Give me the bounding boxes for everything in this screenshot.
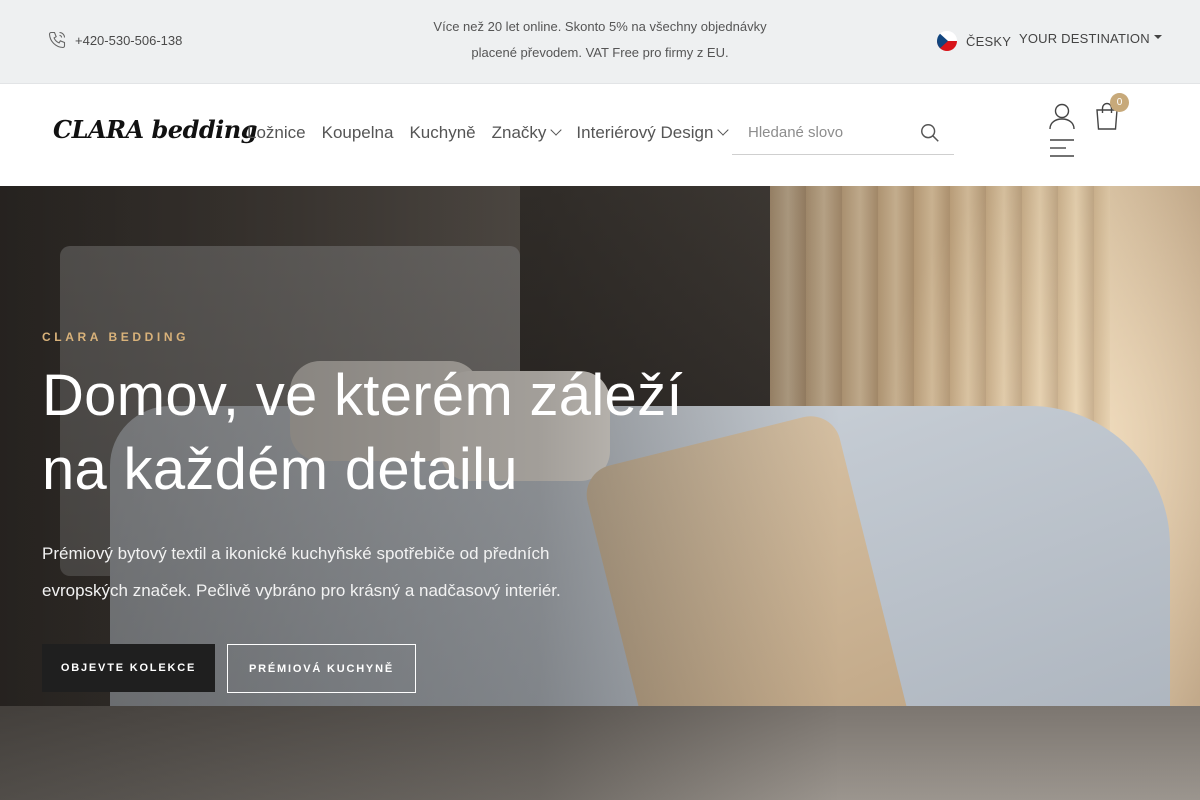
promo-message: Více než 20 let online. Skonto 5% na vše… bbox=[400, 14, 800, 66]
search-icon[interactable] bbox=[919, 122, 941, 144]
user-icon[interactable] bbox=[1048, 102, 1076, 130]
hero-description-line-2: evropských značek. Pečlivě vybráno pro k… bbox=[42, 581, 561, 600]
nav-label: Kuchyně bbox=[409, 123, 476, 142]
nav-item-znacky[interactable]: Značky bbox=[491, 123, 563, 143]
nav-item-interierovy-design[interactable]: Interiérový Design bbox=[576, 123, 730, 143]
czech-flag-icon bbox=[937, 31, 957, 51]
nav-item-kuchyne[interactable]: Kuchyně bbox=[409, 123, 475, 143]
nav-item-koupelna[interactable]: Koupelna bbox=[322, 123, 394, 143]
nav-item-loznice[interactable]: Ložnice bbox=[247, 123, 306, 143]
caret-down-icon bbox=[1153, 34, 1162, 39]
phone-contact[interactable]: +420-530-506-138 bbox=[47, 30, 182, 50]
hero-title-line-1: Domov, ve kterém záleží bbox=[42, 363, 683, 428]
main-navigation: Ložnice Koupelna Kuchyně Značky Interiér… bbox=[247, 123, 730, 143]
search-bar bbox=[732, 112, 954, 155]
top-info-bar: +420-530-506-138 Více než 20 let online.… bbox=[0, 0, 1200, 84]
nav-label: Interiérový Design bbox=[576, 123, 714, 142]
promo-line-1: Více než 20 let online. Skonto 5% na vše… bbox=[433, 19, 767, 34]
nav-label: Značky bbox=[491, 123, 547, 142]
phone-number[interactable]: +420-530-506-138 bbox=[75, 33, 182, 48]
chevron-down-icon bbox=[717, 124, 730, 136]
cart-count-badge: 0 bbox=[1110, 93, 1129, 112]
nav-label: Koupelna bbox=[321, 123, 394, 142]
site-logo[interactable]: CLARA bedding bbox=[53, 115, 257, 144]
menu-icon[interactable] bbox=[1049, 138, 1075, 158]
phone-icon bbox=[48, 31, 66, 49]
nav-label: Ložnice bbox=[247, 123, 306, 142]
language-selector[interactable]: ČESKY bbox=[937, 31, 1011, 51]
hero-title-line-2: na každém detailu bbox=[42, 437, 518, 502]
explore-collections-button[interactable]: OBJEVTE KOLEKCE bbox=[42, 644, 215, 692]
search-input[interactable] bbox=[748, 120, 908, 144]
promo-line-2: placené převodem. VAT Free pro firmy z E… bbox=[471, 45, 729, 60]
premium-kitchen-button[interactable]: PRÉMIOVÁ KUCHYNĚ bbox=[227, 644, 416, 693]
hero-banner: CLARA BEDDING Domov, ve kterém záleží na… bbox=[0, 186, 1200, 800]
hero-title: Domov, ve kterém záleží na každém detail… bbox=[42, 359, 742, 507]
chevron-down-icon bbox=[550, 124, 563, 136]
hero-description: Prémiový bytový textil a ikonické kuchyň… bbox=[42, 535, 642, 609]
hero-description-line-1: Prémiový bytový textil a ikonické kuchyň… bbox=[42, 544, 550, 563]
destination-label: YOUR DESTINATION bbox=[1019, 31, 1150, 46]
destination-dropdown[interactable]: YOUR DESTINATION bbox=[1019, 31, 1162, 46]
main-header: CLARA bedding Ložnice Koupelna Kuchyně Z… bbox=[0, 85, 1200, 186]
hero-eyebrow: CLARA BEDDING bbox=[42, 330, 190, 344]
language-label: ČESKY bbox=[966, 33, 1012, 49]
